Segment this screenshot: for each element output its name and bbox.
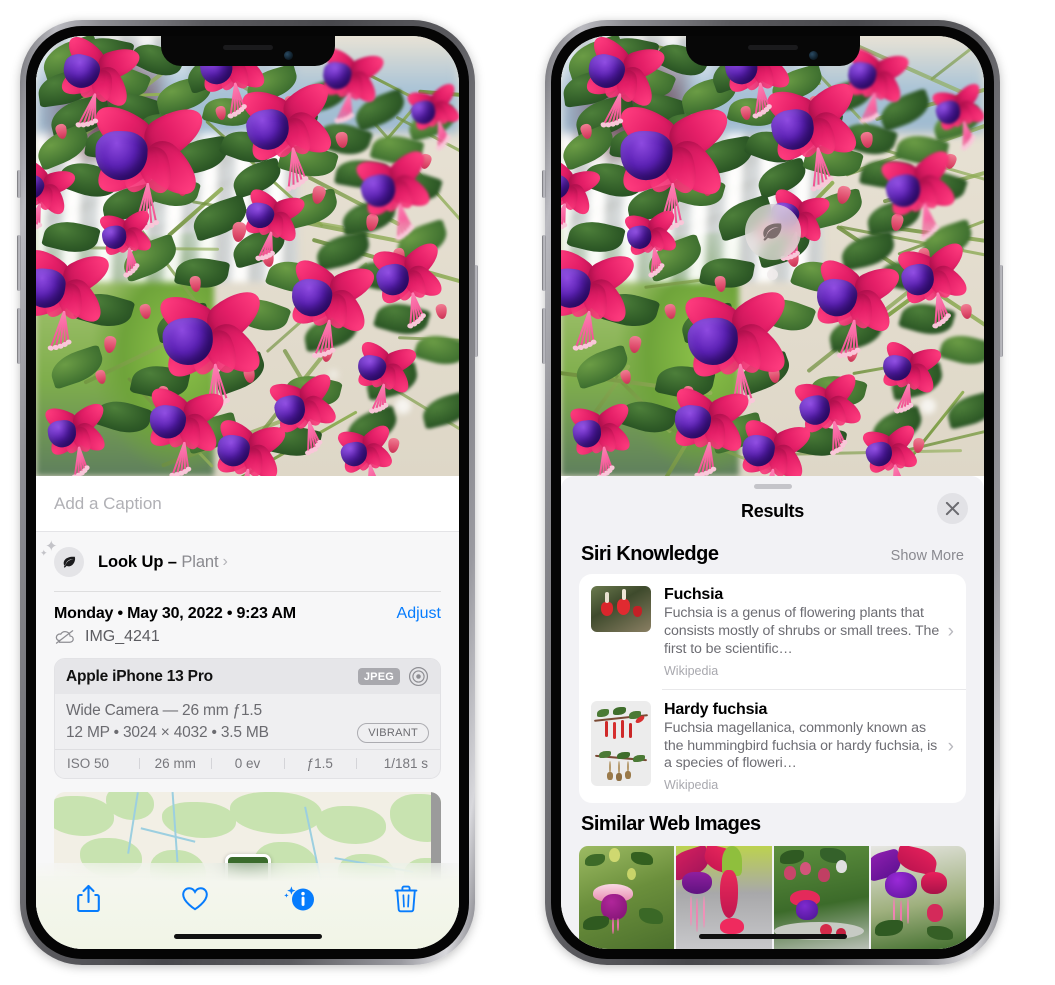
volume-up-button[interactable]: [542, 235, 546, 291]
visual-lookup-badge[interactable]: [744, 204, 801, 280]
knowledge-thumbnail: [591, 700, 651, 786]
chevron-right-icon: ›: [222, 553, 228, 570]
similar-web-images-header: Similar Web Images: [561, 803, 984, 844]
icloud-slash-icon: [55, 630, 74, 644]
volume-down-button[interactable]: [542, 308, 546, 364]
leaf-icon: [744, 204, 801, 260]
exif-card: Apple iPhone 13 Pro JPEG Wide Camera — 2…: [54, 658, 441, 779]
style-badge: VIBRANT: [357, 723, 429, 743]
knowledge-description: Fuchsia is a genus of flowering plants t…: [664, 605, 940, 657]
file-row: IMG_4241: [36, 623, 459, 658]
screenshot-stage: Add a Caption ✦ ✦ Look Up – Plant › Mond…: [0, 0, 1055, 985]
knowledge-source: Wikipedia: [664, 663, 719, 678]
exif-stat: ƒ1.5: [283, 756, 356, 771]
exif-body: Wide Camera — 26 mm ƒ1.5 12 MP • 3024 × …: [55, 694, 440, 749]
plant-leaf: [938, 329, 984, 371]
image-specs: 12 MP • 3024 × 4032 • 3.5 MB: [66, 724, 269, 741]
date-row: Monday • May 30, 2022 • 9:23 AM Adjust: [36, 592, 459, 623]
section-title: Similar Web Images: [581, 813, 761, 836]
siri-knowledge-header: Siri Knowledge Show More: [561, 533, 984, 574]
look-up-label: Look Up – Plant: [98, 552, 219, 571]
silent-switch[interactable]: [542, 170, 546, 198]
knowledge-title: Hardy fuchsia: [664, 700, 768, 718]
front-camera-icon: [283, 51, 293, 60]
bokeh-dot: [395, 398, 411, 414]
results-header: Results: [561, 489, 984, 533]
exif-stats-row: ISO 50 26 mm 0 ev ƒ1.5 1/181 s: [55, 749, 440, 778]
home-indicator[interactable]: [173, 934, 322, 939]
device-bezel: Results Siri Knowledge Show More Fuchsia…: [551, 26, 994, 959]
plant-leaf: [944, 390, 984, 430]
caption-placeholder: Add a Caption: [54, 493, 162, 513]
power-button[interactable]: [474, 265, 478, 357]
knowledge-title: Fuchsia: [664, 586, 724, 603]
favorite-button[interactable]: [171, 877, 219, 921]
adjust-button[interactable]: Adjust: [397, 605, 441, 623]
exif-stat: 1/181 s: [355, 756, 436, 771]
power-button[interactable]: [999, 265, 1003, 357]
device-model: Apple iPhone 13 Pro: [66, 667, 213, 685]
trash-icon: [394, 885, 418, 913]
web-image-thumbnail[interactable]: [579, 846, 675, 949]
knowledge-item[interactable]: Fuchsia Fuchsia is a genus of flowering …: [579, 574, 966, 689]
file-name: IMG_4241: [85, 628, 160, 645]
share-button[interactable]: [65, 877, 113, 921]
caption-field-row[interactable]: Add a Caption: [36, 476, 459, 532]
info-sparkle-icon: [284, 886, 315, 911]
lookup-anchor-dot: [767, 269, 778, 280]
close-icon: [945, 501, 960, 516]
flower-stamen: [962, 120, 965, 148]
siri-knowledge-card: Fuchsia Fuchsia is a genus of flowering …: [579, 574, 966, 804]
knowledge-thumbnail: [591, 586, 651, 632]
flower-stamen: [437, 120, 440, 148]
results-title: Results: [741, 500, 804, 521]
photo-viewer[interactable]: [36, 36, 459, 476]
flower-bud: [387, 437, 400, 454]
volume-down-button[interactable]: [17, 308, 21, 364]
share-icon: [77, 884, 101, 913]
iphone-device-left: Add a Caption ✦ ✦ Look Up – Plant › Mond…: [17, 20, 478, 965]
heart-icon: [181, 887, 208, 911]
device-screen-left: Add a Caption ✦ ✦ Look Up – Plant › Mond…: [36, 36, 459, 949]
silent-switch[interactable]: [17, 170, 21, 198]
info-button[interactable]: [276, 877, 324, 921]
notch: [685, 36, 860, 66]
delete-button[interactable]: [382, 877, 430, 921]
volume-up-button[interactable]: [17, 235, 21, 291]
flower-bud: [435, 303, 448, 320]
look-up-row[interactable]: ✦ ✦ Look Up – Plant ›: [36, 532, 459, 592]
capture-date: Monday • May 30, 2022 • 9:23 AM: [54, 605, 296, 622]
earpiece-speaker: [222, 44, 273, 50]
iphone-device-right: Results Siri Knowledge Show More Fuchsia…: [542, 20, 1003, 965]
knowledge-source: Wikipedia: [664, 778, 719, 793]
exif-header: Apple iPhone 13 Pro JPEG: [55, 659, 440, 694]
section-title: Siri Knowledge: [581, 543, 719, 565]
device-screen-right: Results Siri Knowledge Show More Fuchsia…: [561, 36, 984, 949]
aperture-icon: [408, 666, 429, 687]
lens-info: Wide Camera — 26 mm ƒ1.5: [66, 702, 262, 719]
home-indicator[interactable]: [698, 934, 847, 939]
web-image-thumbnail[interactable]: [870, 846, 966, 949]
knowledge-item[interactable]: Hardy fuchsia Fuchsia magellanica, commo…: [579, 688, 966, 804]
front-camera-icon: [808, 51, 818, 60]
exif-stat: 26 mm: [139, 756, 211, 771]
plant-leaf: [413, 329, 459, 371]
format-badge: JPEG: [357, 668, 400, 685]
photo-viewer[interactable]: [561, 36, 984, 476]
exif-stat: 0 ev: [211, 756, 283, 771]
close-button[interactable]: [937, 493, 968, 524]
results-sheet: Results Siri Knowledge Show More Fuchsia…: [561, 476, 984, 949]
earpiece-speaker: [747, 44, 798, 50]
sparkle-icon: ✦: [40, 548, 48, 558]
device-bezel: Add a Caption ✦ ✦ Look Up – Plant › Mond…: [26, 26, 469, 959]
knowledge-description: Fuchsia magellanica, commonly known as t…: [664, 719, 938, 772]
bokeh-dot: [920, 398, 936, 414]
notch: [160, 36, 335, 66]
show-more-button[interactable]: Show More: [891, 548, 964, 564]
chevron-right-icon: ›: [947, 620, 954, 642]
exif-stat: ISO 50: [67, 756, 110, 771]
leaf-icon: ✦ ✦: [40, 539, 84, 577]
chevron-right-icon: ›: [947, 735, 954, 757]
photo-info-sheet: Add a Caption ✦ ✦ Look Up – Plant › Mond…: [36, 476, 459, 949]
